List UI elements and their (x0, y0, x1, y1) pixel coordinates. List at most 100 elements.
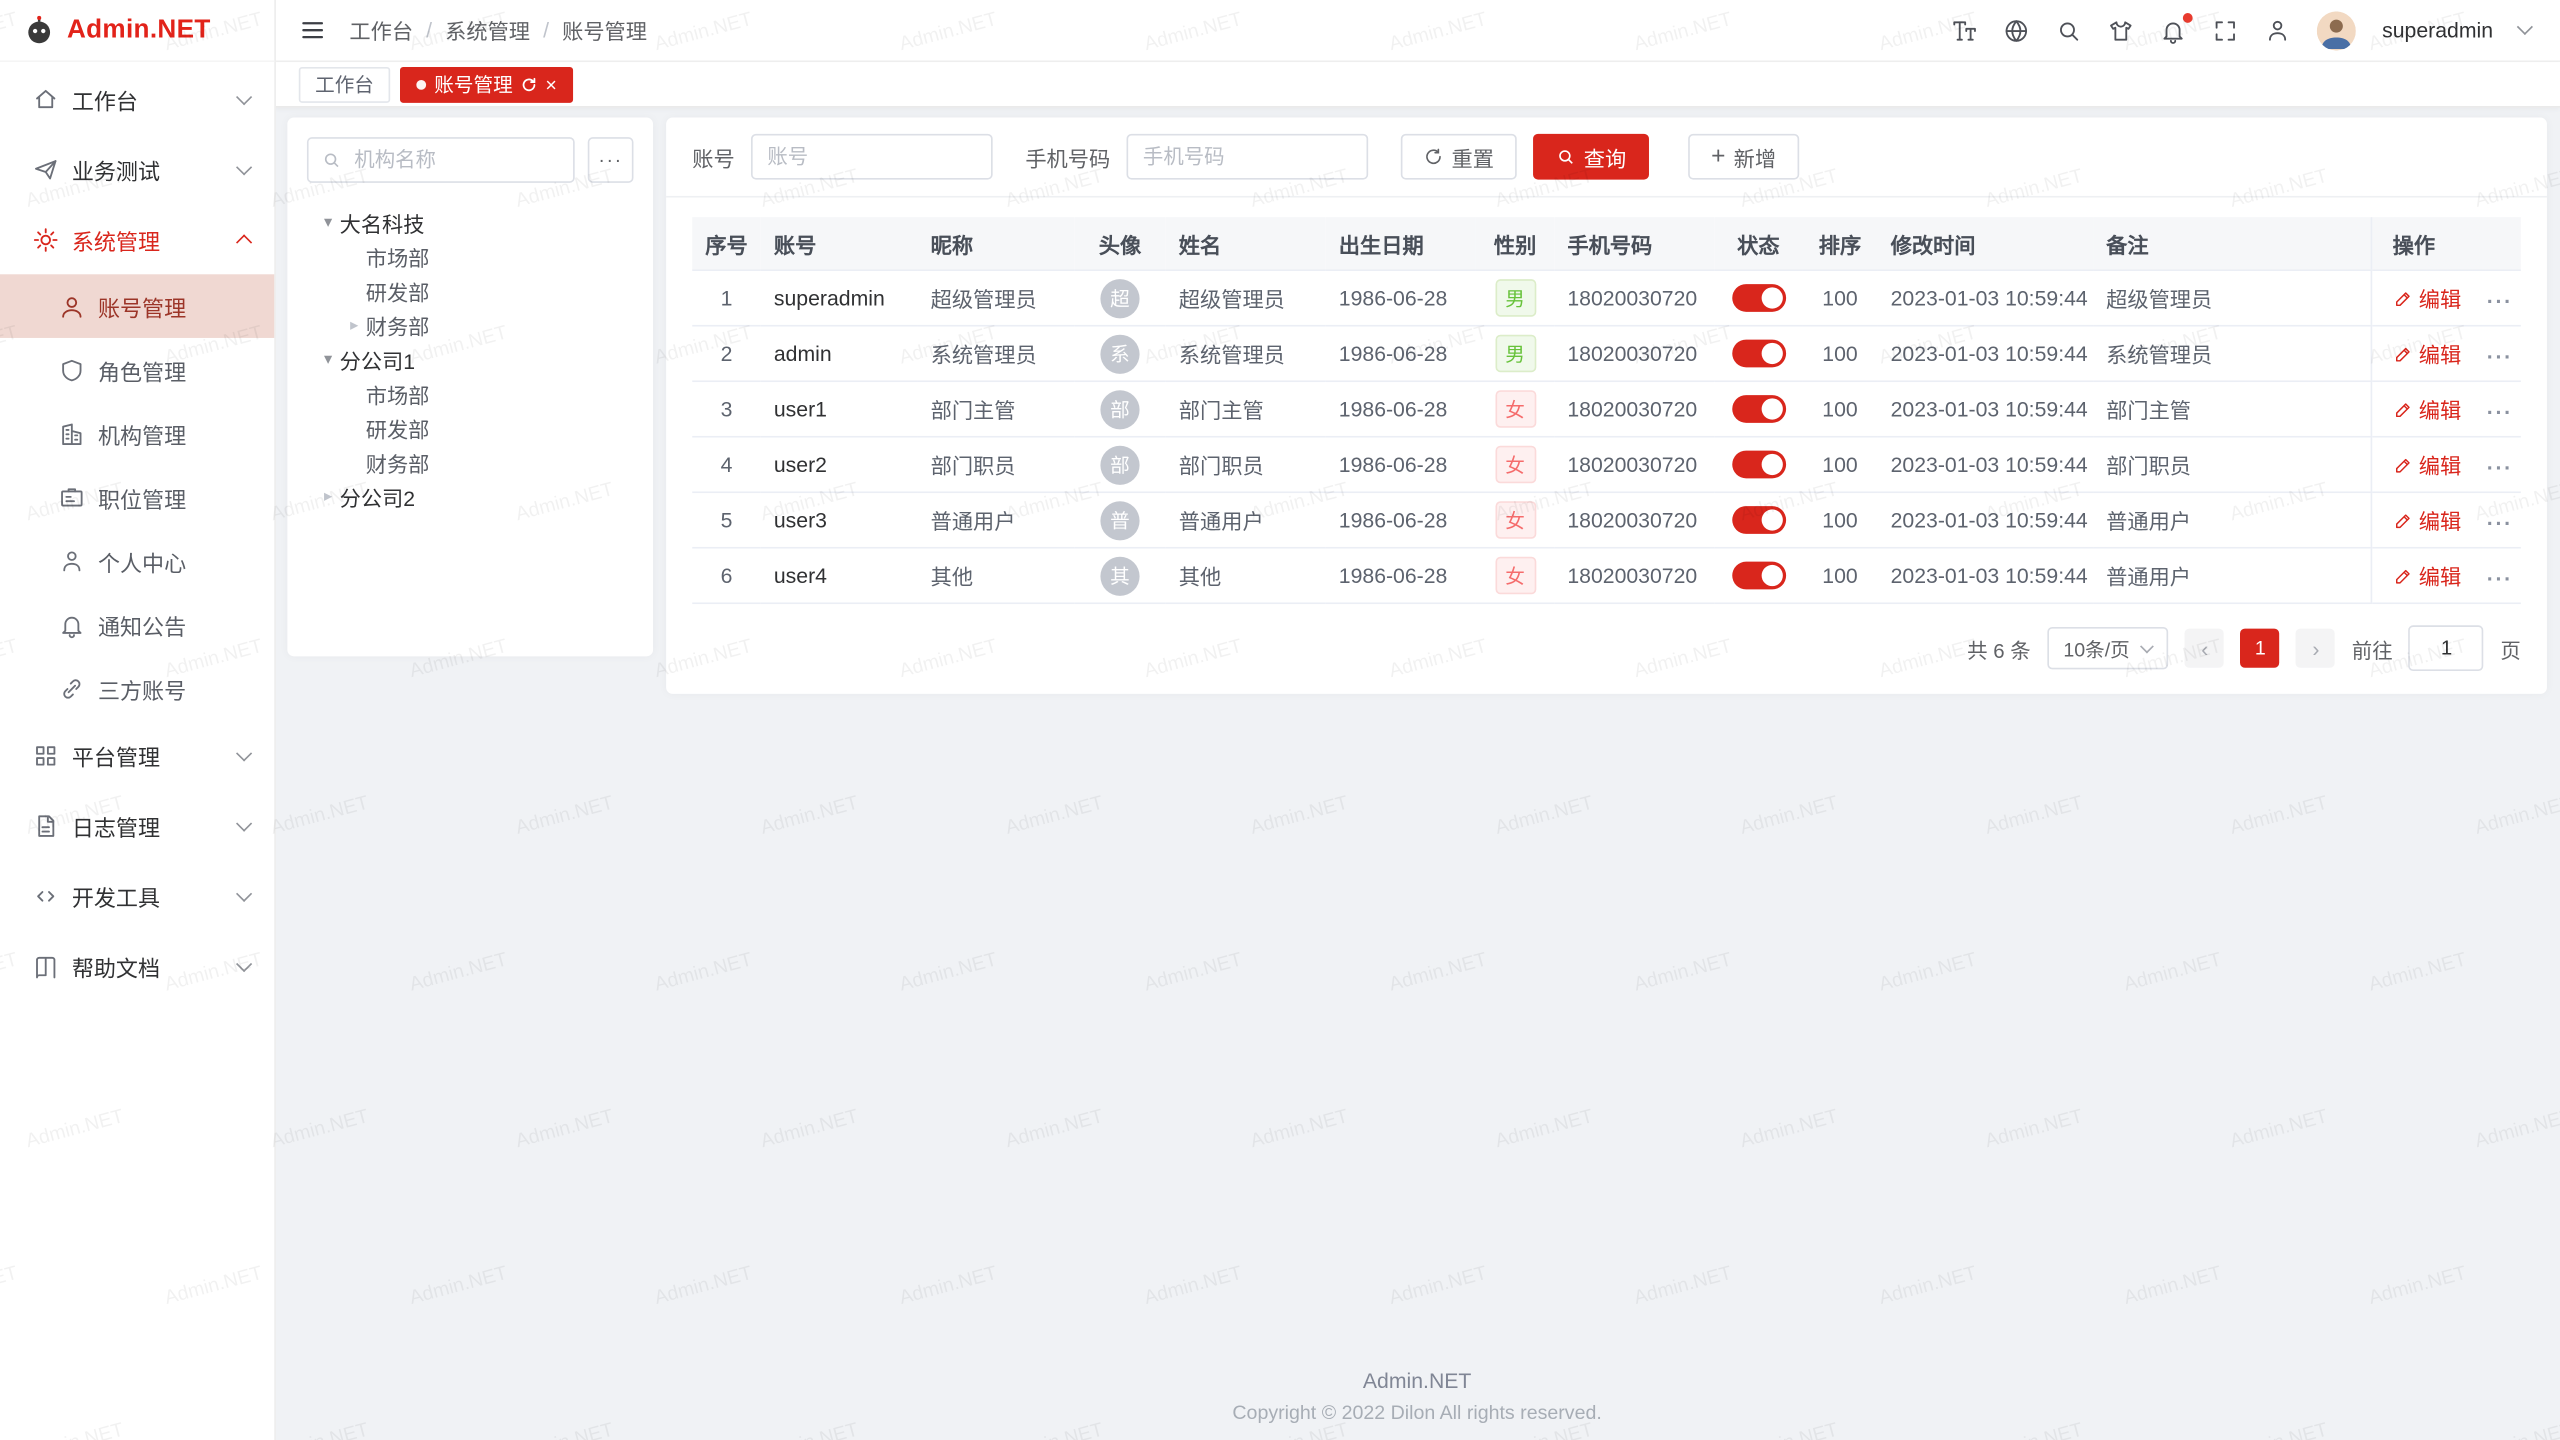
status-toggle[interactable] (1731, 340, 1785, 368)
status-toggle[interactable] (1731, 395, 1785, 423)
tabs-bar: 工作台 × 账号管理 × (274, 62, 2560, 108)
tree-node[interactable]: 市场部 (307, 240, 634, 274)
tree-arrow-icon[interactable] (317, 351, 340, 369)
tree-arrow-icon[interactable] (317, 214, 340, 232)
edit-icon (2393, 566, 2413, 586)
menu-toggle-icon[interactable] (299, 16, 327, 44)
breadcrumb-item[interactable]: 系统管理 (445, 15, 530, 46)
column-header: 头像 (1074, 217, 1165, 270)
row-avatar: 普 (1100, 500, 1139, 539)
next-page-button[interactable]: › (2296, 629, 2335, 668)
footer: Admin.NET Copyright © 2022 Dilon All rig… (274, 1368, 2560, 1424)
org-icon (59, 420, 85, 446)
cell-account: superadmin (761, 270, 918, 326)
edit-button[interactable]: 编辑 (2393, 560, 2462, 591)
row-more-button[interactable]: ··· (2487, 288, 2513, 312)
cell-phone: 18020030720 (1554, 437, 1714, 493)
tab[interactable]: 工作台 × (299, 66, 390, 102)
edit-button[interactable]: 编辑 (2393, 393, 2462, 424)
refresh-icon[interactable] (521, 76, 537, 92)
reset-button[interactable]: 重置 (1401, 134, 1517, 180)
tree-node[interactable]: 财务部 (307, 309, 634, 343)
sidebar-item-label: 业务测试 (72, 153, 160, 186)
page-1-button[interactable]: 1 (2241, 629, 2280, 668)
search-button[interactable]: 查询 (1533, 134, 1649, 180)
add-button[interactable]: + 新增 (1688, 134, 1799, 180)
phone-input[interactable] (1127, 134, 1369, 180)
font-size-icon[interactable] (1951, 17, 1977, 43)
cell-name: 部门主管 (1166, 381, 1326, 437)
tree-node[interactable]: 研发部 (307, 411, 634, 445)
row-more-button[interactable]: ··· (2487, 399, 2513, 423)
sidebar-item[interactable]: 开发工具 (0, 860, 274, 930)
goto-page-input[interactable] (2409, 625, 2484, 671)
status-toggle[interactable] (1731, 284, 1785, 312)
tree-node[interactable]: 分公司2 (307, 480, 634, 514)
breadcrumb-item[interactable]: 工作台 (349, 15, 413, 46)
sidebar-item[interactable]: 账号管理 (0, 274, 274, 338)
row-more-button[interactable]: ··· (2487, 455, 2513, 479)
close-icon[interactable]: × (545, 74, 556, 94)
tree-node-label: 研发部 (366, 413, 430, 444)
edit-button[interactable]: 编辑 (2393, 504, 2462, 535)
cell-sort: 100 (1802, 548, 1877, 604)
cell-name: 系统管理员 (1166, 326, 1326, 382)
tree-node[interactable]: 财务部 (307, 446, 634, 480)
edit-button[interactable]: 编辑 (2393, 449, 2462, 480)
chevron-down-icon (2517, 19, 2533, 35)
page-size-select[interactable]: 10条/页 (2047, 627, 2169, 669)
row-more-button[interactable]: ··· (2487, 510, 2513, 534)
column-header: 性别 (1476, 217, 1554, 270)
language-icon[interactable] (2003, 17, 2029, 43)
prev-page-button[interactable]: ‹ (2185, 629, 2224, 668)
pagination: 共 6 条 10条/页 ‹ 1 › 前往 页 (666, 604, 2547, 687)
username[interactable]: superadmin (2382, 18, 2493, 42)
org-search (307, 137, 575, 183)
sidebar-item[interactable]: 系统管理 (0, 204, 274, 274)
sidebar-item[interactable]: 工作台 (0, 64, 274, 134)
account-input[interactable] (751, 134, 993, 180)
tab[interactable]: 账号管理 × (400, 66, 573, 102)
notification-bell-icon[interactable] (2160, 17, 2186, 43)
tree-arrow-icon[interactable] (343, 317, 366, 335)
search-icon (1556, 147, 1576, 167)
row-more-button[interactable]: ··· (2487, 566, 2513, 590)
org-search-input[interactable] (351, 147, 560, 173)
sidebar-item[interactable]: 业务测试 (0, 134, 274, 204)
chevron-icon (235, 231, 251, 247)
tree-arrow-icon[interactable] (317, 488, 340, 506)
breadcrumb-item[interactable]: 账号管理 (562, 15, 647, 46)
avatar[interactable] (2317, 11, 2356, 50)
account-panel: 账号 手机号码 重置 查询 + 新增 (666, 118, 2547, 694)
logo[interactable]: Admin.NET (0, 0, 274, 62)
edit-button[interactable]: 编辑 (2393, 338, 2462, 369)
tree-node[interactable]: 市场部 (307, 377, 634, 411)
tree-node[interactable]: 大名科技 (307, 206, 634, 240)
column-header: 备注 (2093, 217, 2371, 270)
fullscreen-icon[interactable] (2212, 17, 2238, 43)
table-row: 1 superadmin 超级管理员 超 超级管理员 1986-06-28 男 … (692, 270, 2521, 326)
profile-icon[interactable] (2265, 17, 2291, 43)
tree-node[interactable]: 研发部 (307, 274, 634, 308)
sidebar-item[interactable]: 通知公告 (0, 593, 274, 657)
sidebar-item[interactable]: 个人中心 (0, 529, 274, 593)
sidebar-item[interactable]: 机构管理 (0, 402, 274, 466)
theme-icon[interactable] (2108, 17, 2134, 43)
search-icon[interactable] (2056, 17, 2082, 43)
org-more-button[interactable]: ··· (588, 137, 634, 183)
sidebar-item[interactable]: 职位管理 (0, 465, 274, 529)
row-more-button[interactable]: ··· (2487, 344, 2513, 368)
status-toggle[interactable] (1731, 451, 1785, 479)
edit-button[interactable]: 编辑 (2393, 282, 2462, 313)
sidebar-item[interactable]: 平台管理 (0, 720, 274, 790)
status-toggle[interactable] (1731, 562, 1785, 590)
sidebar-item[interactable]: 日志管理 (0, 790, 274, 860)
bell-icon (59, 611, 85, 637)
row-avatar: 系 (1100, 334, 1139, 373)
status-toggle[interactable] (1731, 506, 1785, 534)
cell-name: 部门职员 (1166, 437, 1326, 493)
tree-node[interactable]: 分公司1 (307, 343, 634, 377)
sidebar-item[interactable]: 帮助文档 (0, 931, 274, 1001)
sidebar-item[interactable]: 角色管理 (0, 338, 274, 402)
sidebar-item[interactable]: 三方账号 (0, 656, 274, 720)
